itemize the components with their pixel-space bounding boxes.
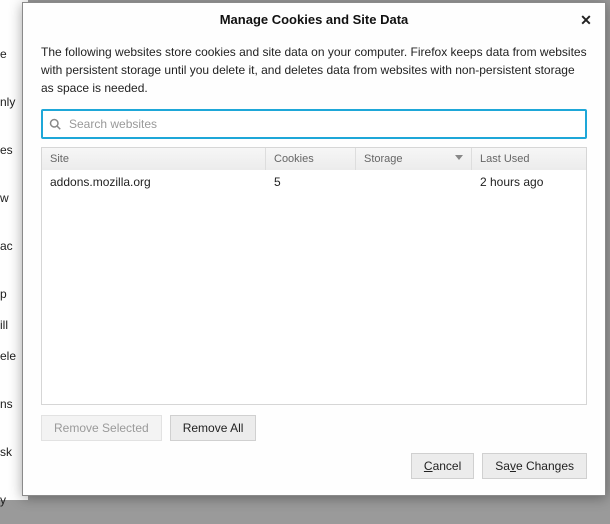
dialog-footer: Cancel Save Changes	[23, 453, 605, 495]
table-header-row: Site Cookies Storage Last Used	[42, 148, 586, 170]
dialog-description: The following websites store cookies and…	[41, 43, 587, 97]
col-header-storage[interactable]: Storage	[356, 148, 472, 170]
col-header-cookies[interactable]: Cookies	[266, 148, 356, 170]
cell-cookies: 5	[266, 175, 356, 189]
cancel-button[interactable]: Cancel	[411, 453, 474, 479]
sites-table: Site Cookies Storage Last Used addons.mo…	[41, 147, 587, 405]
search-field-wrapper[interactable]	[41, 109, 587, 139]
cell-site: addons.mozilla.org	[42, 175, 266, 189]
remove-all-button[interactable]: Remove All	[170, 415, 257, 441]
manage-cookies-dialog: Manage Cookies and Site Data ✕ The follo…	[22, 2, 606, 496]
dialog-titlebar: Manage Cookies and Site Data ✕	[23, 3, 605, 37]
remove-selected-button[interactable]: Remove Selected	[41, 415, 162, 441]
close-icon[interactable]: ✕	[573, 7, 599, 33]
col-header-lastused[interactable]: Last Used	[472, 148, 586, 170]
table-row[interactable]: addons.mozilla.org 5 2 hours ago	[42, 170, 586, 194]
col-header-site[interactable]: Site	[42, 148, 266, 170]
save-changes-button[interactable]: Save Changes	[482, 453, 587, 479]
table-body: addons.mozilla.org 5 2 hours ago	[42, 170, 586, 404]
cell-lastused: 2 hours ago	[472, 175, 586, 189]
search-input[interactable]	[67, 116, 579, 132]
search-icon	[49, 118, 61, 130]
row-action-buttons: Remove Selected Remove All	[23, 405, 605, 453]
dialog-title: Manage Cookies and Site Data	[220, 12, 409, 27]
sort-indicator-icon	[455, 155, 463, 160]
